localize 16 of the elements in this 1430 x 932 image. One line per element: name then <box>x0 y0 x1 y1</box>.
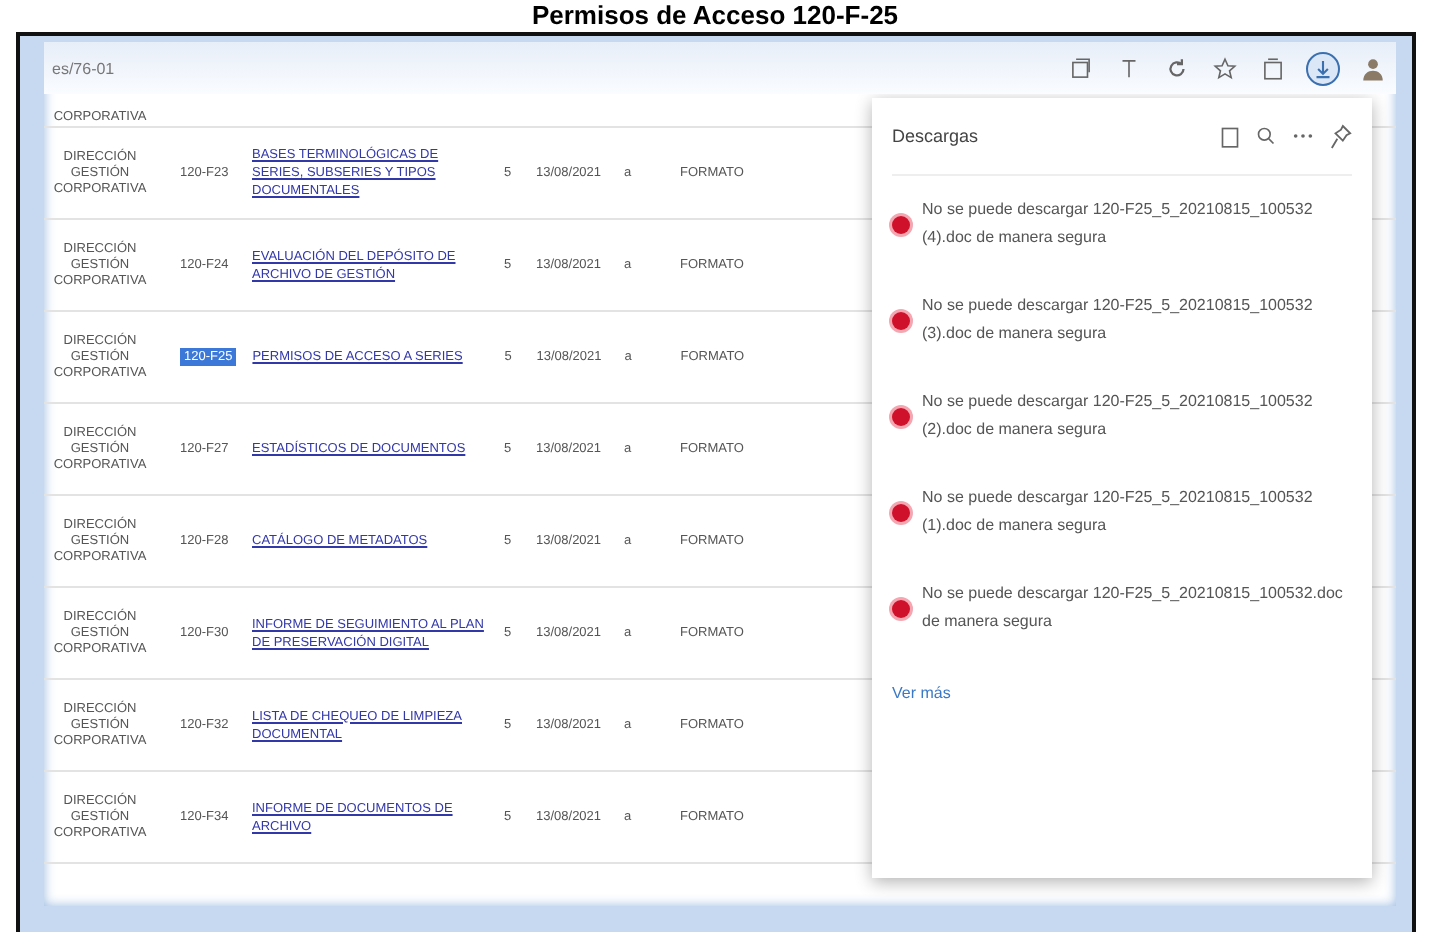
address-text[interactable]: es/76-01 <box>52 59 115 77</box>
tabs-icon[interactable] <box>1066 53 1096 83</box>
caption-title: Permisos de Acceso 120-F-25 <box>529 0 901 30</box>
download-message[interactable]: No se puede descargar 120-F25_5_20210815_100532 (1).doc de manera segura <box>922 484 1352 540</box>
download-message[interactable]: No se puede descargar 120-F25_5_20210815_100532 (3).doc de manera segura <box>922 292 1352 348</box>
profile-icon[interactable] <box>1358 53 1388 83</box>
panel-title: Descargas <box>892 126 979 146</box>
star-icon[interactable] <box>1210 53 1240 83</box>
download-icon[interactable] <box>1306 51 1340 85</box>
download-message[interactable]: No se puede descargar 120-F25_5_20210815_100532.doc de manera segura <box>922 580 1352 636</box>
see-more-link[interactable]: Ver más <box>892 684 951 702</box>
download-message[interactable]: No se puede descargar 120-F25_5_20210815_100532 (4).doc de manera segura <box>922 196 1352 252</box>
more-icon[interactable] <box>1292 132 1314 140</box>
search-icon[interactable] <box>1256 126 1276 146</box>
pin-icon[interactable] <box>1330 123 1352 149</box>
download-message[interactable]: No se puede descargar 120-F25_5_20210815_100532 (2).doc de manera segura <box>922 388 1352 444</box>
